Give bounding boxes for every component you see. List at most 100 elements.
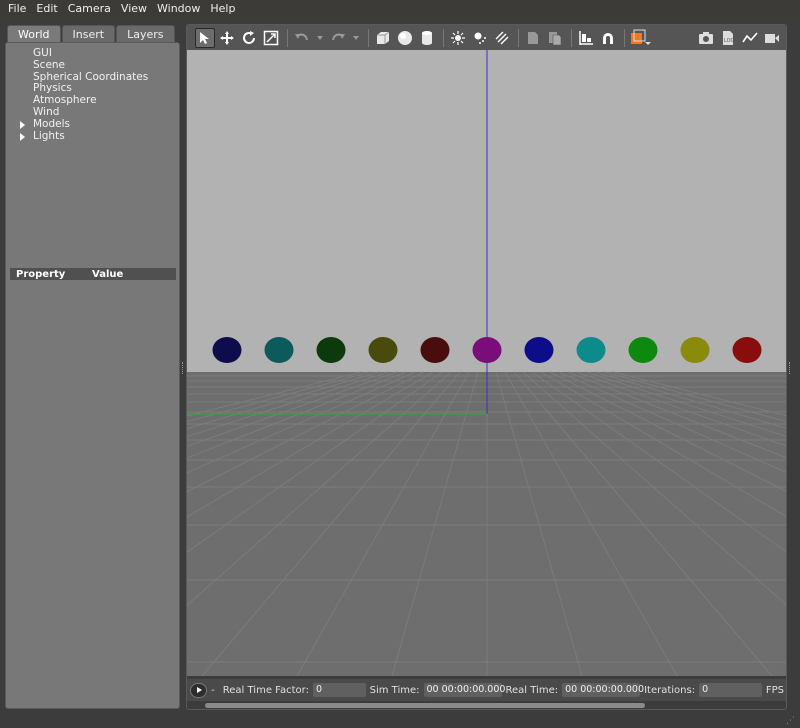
grid-line (391, 371, 479, 676)
copy-icon[interactable] (523, 28, 543, 48)
menu-view[interactable]: View (121, 0, 147, 18)
spot-light-icon[interactable] (470, 28, 490, 48)
property-column-header[interactable]: Property (10, 269, 92, 280)
world-panel: GUI Scene Spherical Coordinates Physics … (5, 42, 180, 709)
status-bar: - Real Time Factor: 0 Sim Time: 00 00:00… (187, 679, 786, 701)
tab-insert[interactable]: Insert (61, 25, 116, 43)
toolbar-separator (287, 28, 288, 47)
menu-file[interactable]: File (8, 0, 26, 18)
grid-line (558, 371, 786, 473)
play-button[interactable] (190, 682, 208, 698)
menu-edit[interactable]: Edit (36, 0, 57, 18)
screenshot-icon[interactable] (696, 28, 716, 48)
grid-line (576, 371, 786, 447)
value-column-header[interactable]: Value (92, 269, 123, 280)
right-panel-splitter[interactable] (789, 362, 791, 374)
grid-line (504, 371, 678, 676)
select-arrow-icon[interactable] (195, 27, 215, 48)
sphere-shape-icon[interactable] (395, 28, 415, 48)
sphere-model[interactable] (628, 337, 658, 363)
real-time-label: Real Time: (505, 684, 559, 696)
expand-arrow-icon[interactable] (20, 132, 25, 141)
grid-line (187, 371, 380, 430)
world-tree: GUI Scene Spherical Coordinates Physics … (20, 47, 148, 143)
fps-label: FPS (765, 684, 784, 696)
iterations-label: Iterations: (644, 684, 696, 696)
redo-dropdown-icon[interactable] (350, 28, 362, 48)
sim-time-label: Sim Time: (369, 684, 420, 696)
sphere-model[interactable] (524, 337, 554, 363)
toolbar-separator (368, 28, 369, 47)
tab-layers[interactable]: Layers (116, 25, 175, 43)
point-light-icon[interactable] (448, 28, 468, 48)
sphere-row (212, 337, 762, 363)
tab-world[interactable]: World (7, 25, 61, 43)
toolbar-separator (571, 28, 572, 47)
grid-line (585, 371, 786, 437)
step-separator: - (211, 684, 215, 696)
sphere-model[interactable] (316, 337, 346, 363)
property-table-header: Property Value (10, 268, 176, 280)
render-viewport: LOG - Real Time Factor: 0 Sim Time: 00 0… (186, 24, 787, 710)
status-bar-scrollbar[interactable] (205, 703, 645, 708)
tree-item-label: Models (33, 117, 70, 130)
sphere-model[interactable] (420, 337, 450, 363)
record-video-icon[interactable] (762, 28, 782, 48)
scene-canvas[interactable] (187, 50, 787, 676)
grid-line (187, 371, 398, 447)
tree-item-lights[interactable]: Lights (20, 129, 148, 143)
snap-icon[interactable] (598, 28, 618, 48)
resize-grip-icon[interactable]: ⋰ (786, 716, 795, 726)
directional-light-icon[interactable] (492, 28, 512, 48)
menu-help[interactable]: Help (210, 0, 235, 18)
sphere-model[interactable] (732, 337, 762, 363)
cylinder-shape-icon[interactable] (417, 28, 437, 48)
grid-line (567, 371, 786, 459)
translate-icon[interactable] (217, 28, 237, 48)
align-icon[interactable] (576, 28, 596, 48)
sphere-model[interactable] (264, 337, 294, 363)
grid-line (187, 371, 362, 417)
undo-icon[interactable] (292, 28, 312, 48)
redo-icon[interactable] (328, 28, 348, 48)
sphere-model[interactable] (472, 337, 502, 363)
box-shape-icon[interactable] (373, 28, 393, 48)
grid-line (612, 371, 786, 417)
real-time-field: 00 00:00:00.000 (562, 683, 644, 697)
paste-icon[interactable] (545, 28, 565, 48)
scale-icon[interactable] (261, 28, 281, 48)
grid-line (187, 371, 389, 438)
sphere-model[interactable] (212, 337, 242, 363)
svg-text:LOG: LOG (724, 38, 735, 44)
undo-dropdown-icon[interactable] (314, 28, 326, 48)
sphere-model[interactable] (680, 337, 710, 363)
rotate-icon[interactable] (239, 28, 259, 48)
grid-line (594, 371, 786, 429)
sphere-model[interactable] (576, 337, 606, 363)
3d-scene[interactable] (187, 50, 787, 676)
ground-grid (187, 371, 786, 676)
toolbar-separator (624, 28, 625, 47)
toolbar-separator (443, 28, 444, 47)
view-angle-icon[interactable] (629, 28, 653, 48)
real-time-factor-label: Real Time Factor: (222, 684, 309, 696)
grid-line (187, 371, 407, 459)
menu-camera[interactable]: Camera (68, 0, 111, 18)
iterations-field: 0 (699, 683, 762, 697)
panel-splitter[interactable] (182, 362, 184, 374)
menu-window[interactable]: Window (157, 0, 200, 18)
sphere-model[interactable] (368, 337, 398, 363)
grid-line (187, 371, 416, 474)
play-icon (196, 687, 202, 693)
real-time-factor-field: 0 (312, 683, 366, 697)
log-icon[interactable]: LOG (718, 28, 738, 48)
plot-icon[interactable] (740, 28, 760, 48)
expand-arrow-icon[interactable] (20, 120, 25, 129)
left-panel-tabs: World Insert Layers (7, 25, 176, 43)
grid-line (495, 371, 583, 676)
tree-item-label: Lights (33, 129, 65, 142)
tree-item-scene[interactable]: Scene (20, 59, 148, 72)
toolbar-right-group: LOG (696, 28, 784, 48)
menu-bar: File Edit Camera View Window Help (0, 0, 800, 18)
sim-time-field: 00 00:00:00.000 (423, 683, 505, 697)
